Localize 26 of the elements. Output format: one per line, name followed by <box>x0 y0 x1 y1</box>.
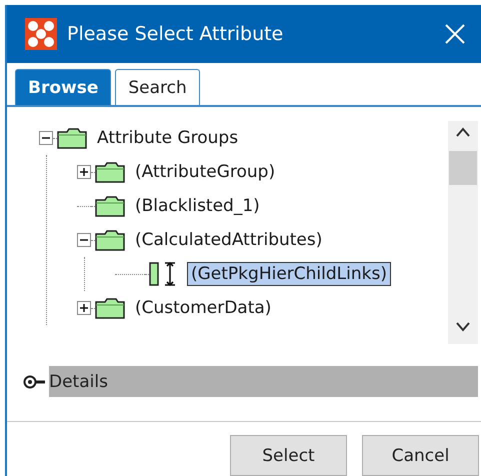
folder-icon <box>95 195 125 217</box>
tab[interactable]: Browse <box>15 69 112 105</box>
scrollbar[interactable] <box>448 121 478 344</box>
tree-item[interactable]: (CustomerData) <box>131 296 276 320</box>
dialog-button[interactable]: Select <box>230 435 347 476</box>
expander-icon[interactable] <box>77 301 91 315</box>
close-icon[interactable] <box>443 22 467 46</box>
scroll-thumb[interactable] <box>449 151 477 185</box>
folder-icon <box>95 229 125 251</box>
expander-icon[interactable] <box>77 165 91 179</box>
tree-item[interactable]: (AttributeGroup) <box>131 160 280 184</box>
tab[interactable]: Search <box>115 69 200 105</box>
tree-item[interactable]: (CalculatedAttributes) <box>131 228 326 252</box>
details-header[interactable]: Details <box>49 366 478 397</box>
app-logo-icon <box>25 18 57 50</box>
folder-icon <box>95 297 125 319</box>
expand-toggle-icon[interactable] <box>23 374 45 388</box>
tree-item[interactable]: (Blacklisted_1) <box>131 194 264 218</box>
window-title: Please Select Attribute <box>67 23 284 45</box>
folder-icon <box>95 161 125 183</box>
expander-icon[interactable] <box>39 131 53 145</box>
folder-icon <box>57 127 87 149</box>
tree-item[interactable]: (GetPkgHierChildLinks) <box>187 262 391 286</box>
expander-icon[interactable] <box>77 233 91 247</box>
tree-item[interactable]: Attribute Groups <box>93 126 242 150</box>
dialog-button[interactable]: Cancel <box>362 435 479 476</box>
